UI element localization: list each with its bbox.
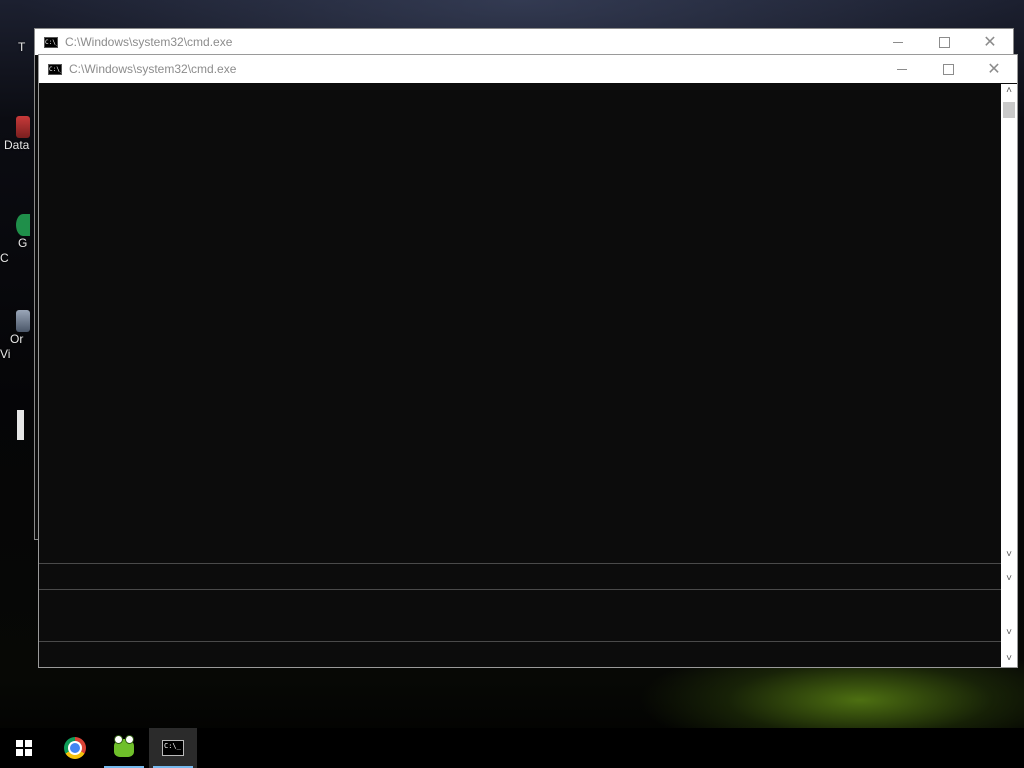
maximize-icon [942,63,954,75]
desktop-icon-shortcut[interactable]: T [0,40,34,55]
scroll-down-button[interactable]: ˅ [1001,548,1017,562]
desktop-icon-label: T [18,40,26,54]
close-icon: ✕ [987,59,1001,78]
desktop-icon-oracle-vm[interactable]: Or Vi [0,310,34,362]
taskbar-cmd[interactable]: C:\_ [149,728,197,768]
start-button[interactable] [0,728,48,768]
minimize-button[interactable] [879,55,925,83]
console-output[interactable] [39,84,1001,667]
title-bar[interactable]: C:\_ C:\Windows\system32\cmd.exe ✕ [39,55,1017,83]
desktop-icon-label: G C [0,236,28,265]
minimize-button[interactable] [875,29,921,55]
window-title: C:\Windows\system32\cmd.exe [69,62,237,76]
green-app-icon [16,214,30,236]
oracle-vm-icon [16,310,30,332]
minimize-icon [897,68,907,70]
desktop-icon-label: Or Vi [0,332,24,361]
desktop: T Data G C Or Vi C:\_ C:\Windows\system3… [0,0,1024,768]
scroll-thumb[interactable] [1003,102,1015,118]
cmd-icon: C:\_ [48,63,62,75]
close-button[interactable]: ✕ [971,55,1017,83]
taskbar-frog-app[interactable] [100,728,148,768]
desktop-icon-file[interactable] [17,410,24,440]
desktop-icon-label: Data [4,138,30,152]
close-icon: ✕ [983,32,997,51]
maximize-button[interactable] [921,29,967,55]
cmd-icon: C:\_ [44,36,58,48]
desktop-icon-data[interactable]: Data [0,116,34,153]
pane-divider [39,641,1001,642]
frog-app-icon [114,735,134,757]
vertical-scrollbar[interactable]: ˄ ˅ ˅ ˅ ˅ [1001,84,1017,667]
scroll-down-button[interactable]: ˅ [1001,626,1017,640]
windows-start-icon [16,740,32,756]
taskbar: C:\_ [0,728,1024,768]
chrome-icon [64,737,86,759]
scroll-up-button[interactable]: ˄ [1001,84,1017,98]
window-title: C:\Windows\system32\cmd.exe [65,35,233,49]
data-app-icon [16,116,30,138]
maximize-button[interactable] [925,55,971,83]
minimize-icon [893,41,903,43]
taskbar-chrome[interactable] [51,728,99,768]
title-bar[interactable]: C:\_ C:\Windows\system32\cmd.exe ✕ [35,29,1013,55]
scroll-down-button[interactable]: ˅ [1001,572,1017,586]
scroll-down-button[interactable]: ˅ [1001,652,1017,666]
desktop-icon-green[interactable]: G C [0,214,34,266]
cmd-icon: C:\_ [162,740,184,756]
pane-divider [39,563,1001,564]
cmd-window-active[interactable]: C:\_ C:\Windows\system32\cmd.exe ✕ ˄ [38,54,1018,668]
maximize-icon [938,36,950,48]
close-button[interactable]: ✕ [967,29,1013,55]
pane-divider [39,589,1001,590]
